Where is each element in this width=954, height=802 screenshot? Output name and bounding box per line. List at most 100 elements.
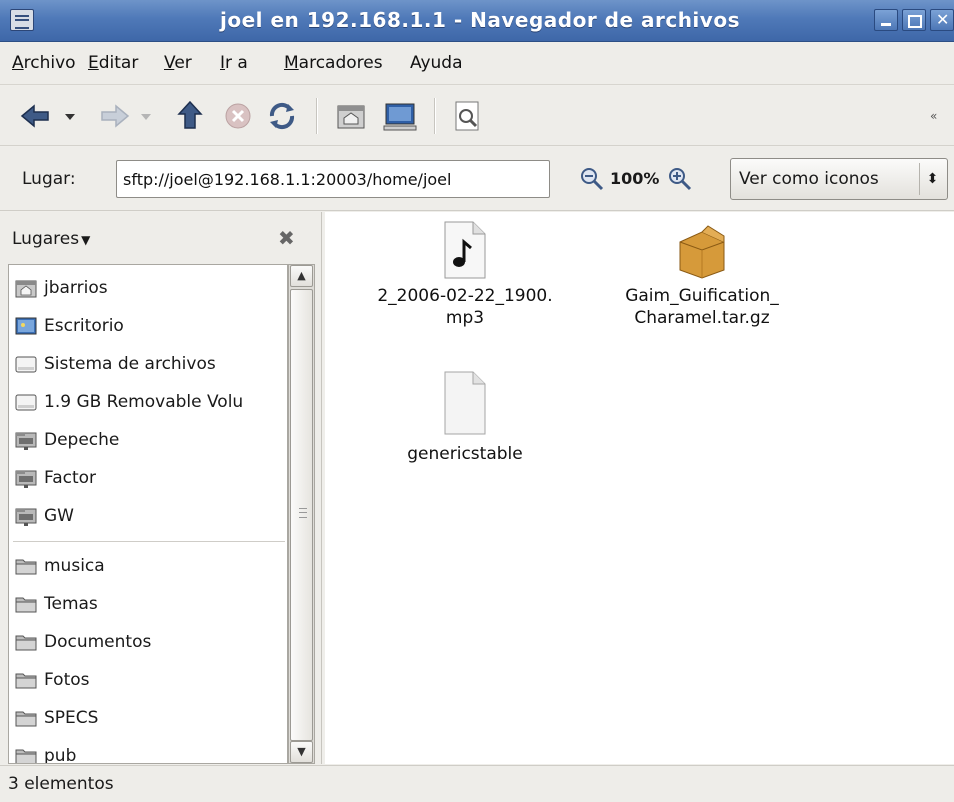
- menu-archivo-accel: A: [12, 53, 24, 73]
- dropdown-caret-icon: ▼: [81, 233, 91, 247]
- folder-icon: [15, 746, 37, 763]
- location-input[interactable]: [116, 160, 550, 198]
- menu-ayuda-label: Ayuda: [410, 53, 463, 73]
- generic-file-icon: [444, 371, 486, 435]
- sidebar-item-escritorio[interactable]: Escritorio: [9, 307, 287, 345]
- back-dropdown-icon[interactable]: [60, 96, 80, 136]
- sidebar-item-label: Documentos: [44, 632, 152, 652]
- view-mode-label: Ver como iconos: [739, 169, 879, 189]
- file-name-line2: mp3: [445, 308, 485, 328]
- sidebar-close-icon[interactable]: ✖: [278, 226, 295, 250]
- sidebar-item-documentos[interactable]: Documentos: [9, 623, 287, 661]
- sidebar-separator: [13, 541, 285, 542]
- home-icon[interactable]: [330, 96, 370, 136]
- menu-marcadores-label: arcadores: [298, 53, 383, 73]
- sidebar-item-label: SPECS: [44, 708, 99, 728]
- toolbar-separator: [316, 98, 318, 134]
- menu-editar[interactable]: Editar: [88, 53, 138, 73]
- file-item-tar-gz[interactable]: Gaim_Guification_ Charamel.tar.gz: [587, 220, 817, 329]
- maximize-icon[interactable]: [902, 9, 926, 31]
- sidebar-item-label: Depeche: [44, 430, 120, 450]
- stop-icon[interactable]: [218, 96, 258, 136]
- updown-arrow-icon: ⬍: [919, 163, 945, 195]
- sidebar-item-label: 1.9 GB Removable Volu: [44, 392, 244, 412]
- menu-marcadores[interactable]: Marcadores: [284, 53, 383, 73]
- scrollbar-thumb[interactable]: [290, 289, 313, 741]
- menu-ver-accel: V: [164, 53, 175, 73]
- file-item-genericstable[interactable]: genericstable: [335, 368, 595, 465]
- sidebar-scrollbar[interactable]: ▲ ▼: [288, 264, 315, 764]
- menu-ver-label: er: [174, 53, 192, 73]
- forward-dropdown-icon[interactable]: [136, 96, 156, 136]
- menu-ver[interactable]: Ver: [164, 53, 192, 73]
- zoom-in-icon[interactable]: [666, 165, 694, 198]
- sidebar-item-sistema-de-archivos[interactable]: Sistema de archivos: [9, 345, 287, 383]
- sidebar-item-pub[interactable]: pub: [9, 737, 287, 764]
- sidebar: Lugares ▼ ✖ jbarrios Escritorio Sistema d…: [0, 212, 322, 764]
- search-icon[interactable]: [448, 96, 488, 136]
- folder-icon: [15, 670, 37, 690]
- sidebar-item-label: jbarrios: [44, 278, 108, 298]
- scroll-up-icon[interactable]: ▲: [290, 265, 313, 287]
- file-name-line1: 2_2006-02-22_1900.: [377, 286, 553, 306]
- drive-icon: [15, 392, 37, 412]
- sidebar-item-label: GW: [44, 506, 74, 526]
- menu-ir-a-label: r a: [225, 53, 248, 73]
- sidebar-item-gw[interactable]: GW: [9, 497, 287, 535]
- sidebar-item-label: Temas: [44, 594, 98, 614]
- status-text: 3 elementos: [8, 774, 114, 794]
- toolbar-separator-2: [434, 98, 436, 134]
- up-icon[interactable]: [170, 96, 210, 136]
- file-item-mp3[interactable]: 2_2006-02-22_1900. mp3: [335, 220, 595, 329]
- audio-file-icon: [444, 221, 486, 279]
- menu-editar-accel: E: [88, 53, 99, 73]
- file-name-line1: genericstable: [407, 444, 523, 464]
- zoom-out-icon[interactable]: [578, 165, 606, 198]
- sidebar-item-specs[interactable]: SPECS: [9, 699, 287, 737]
- sidebar-title: Lugares: [12, 229, 80, 249]
- sidebar-item-label: Fotos: [44, 670, 90, 690]
- status-bar: 3 elementos: [0, 765, 954, 802]
- file-name-line1: Gaim_Guification_: [625, 286, 779, 306]
- menu-editar-label: ditar: [98, 53, 139, 73]
- folder-icon: [15, 594, 37, 614]
- folder-icon: [15, 632, 37, 652]
- sidebar-item-temas[interactable]: Temas: [9, 585, 287, 623]
- back-icon[interactable]: [16, 96, 56, 136]
- sidebar-item-depeche[interactable]: Depeche: [9, 421, 287, 459]
- forward-icon[interactable]: [94, 96, 134, 136]
- sidebar-item-label: Factor: [44, 468, 97, 488]
- minimize-icon[interactable]: [874, 9, 898, 31]
- sidebar-header: Lugares ▼ ✖: [0, 212, 316, 264]
- sidebar-item-label: pub: [44, 746, 77, 764]
- grip-icon: [299, 508, 307, 518]
- sidebar-item-label: Escritorio: [44, 316, 124, 336]
- menu-archivo[interactable]: Archivo: [12, 53, 76, 73]
- package-icon: [679, 225, 725, 279]
- sidebar-type-selector[interactable]: Lugares ▼: [12, 229, 90, 249]
- file-name-line2: Charamel.tar.gz: [634, 308, 770, 328]
- sidebar-item-factor[interactable]: Factor: [9, 459, 287, 497]
- scroll-down-icon[interactable]: ▼: [290, 741, 313, 763]
- zoom-level[interactable]: 100%: [610, 169, 659, 188]
- sidebar-item-jbarrios[interactable]: jbarrios: [9, 269, 287, 307]
- sidebar-item-fotos[interactable]: Fotos: [9, 661, 287, 699]
- location-label: Lugar:: [22, 169, 76, 189]
- home-folder-icon: [15, 278, 37, 298]
- toolbar-overflow-icon[interactable]: «: [930, 106, 944, 146]
- menu-marcadores-accel: M: [284, 53, 299, 73]
- drive-icon: [15, 354, 37, 374]
- menu-ayuda[interactable]: Ayuda: [410, 53, 463, 73]
- network-folder-icon: [15, 506, 37, 526]
- sidebar-item-removable-volume[interactable]: 1.9 GB Removable Volu: [9, 383, 287, 421]
- sidebar-item-musica[interactable]: musica: [9, 547, 287, 585]
- computer-icon[interactable]: [378, 96, 422, 136]
- reload-icon[interactable]: [262, 96, 302, 136]
- view-mode-select[interactable]: Ver como iconos ⬍: [730, 158, 948, 200]
- close-icon[interactable]: [930, 9, 954, 31]
- menu-ir-a[interactable]: Ir a: [220, 53, 248, 73]
- window-menu-icon[interactable]: [10, 9, 34, 31]
- places-list: jbarrios Escritorio Sistema de archivos …: [8, 264, 288, 764]
- file-icon-view[interactable]: 2_2006-02-22_1900. mp3 Gaim_Guification_…: [325, 212, 954, 764]
- folder-icon: [15, 708, 37, 728]
